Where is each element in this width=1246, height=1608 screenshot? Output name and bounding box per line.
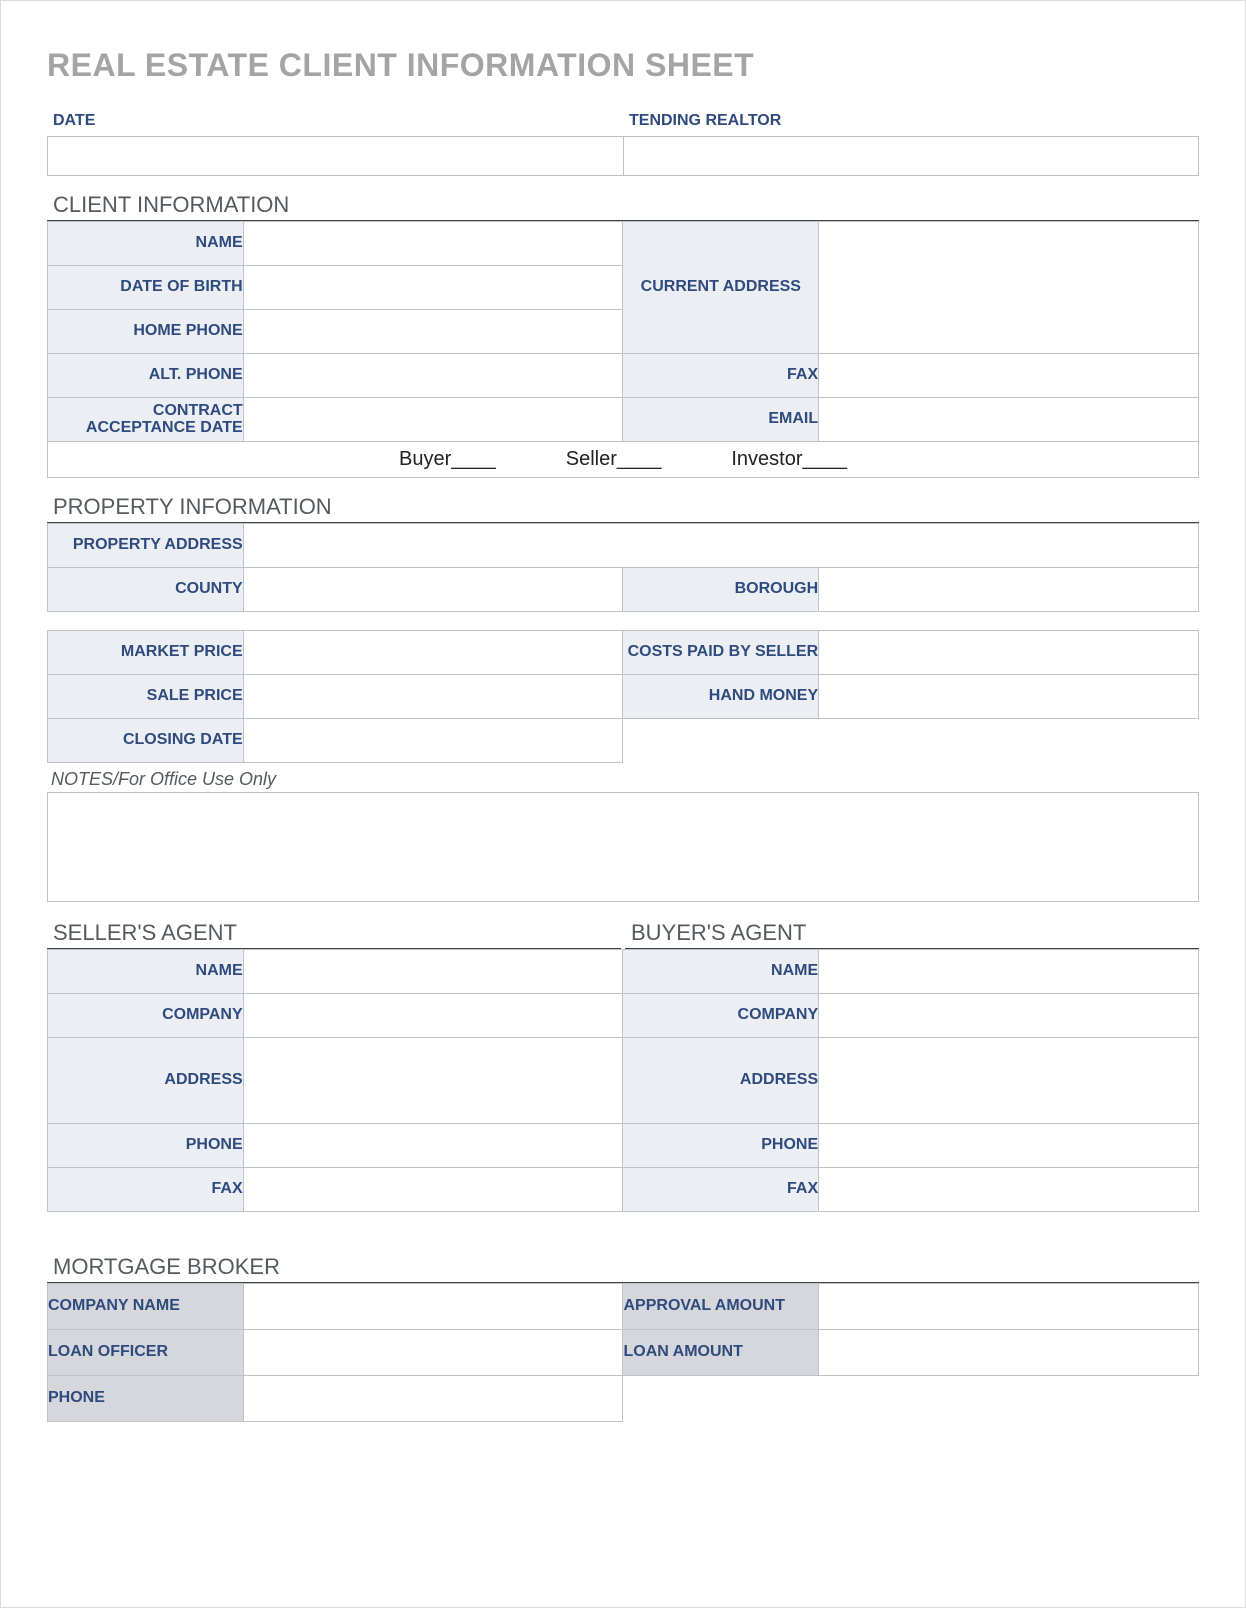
buyer-phone-label: PHONE	[623, 1124, 819, 1168]
buyer-name-input[interactable]	[819, 950, 1199, 994]
seller-address-label: ADDRESS	[48, 1038, 244, 1124]
contract-date-input[interactable]	[243, 398, 623, 442]
county-input[interactable]	[243, 568, 623, 612]
market-price-input[interactable]	[243, 631, 623, 675]
fax-input[interactable]	[819, 354, 1199, 398]
closing-date-input[interactable]	[243, 719, 623, 763]
dob-input[interactable]	[243, 266, 623, 310]
buyer-phone-input[interactable]	[819, 1124, 1199, 1168]
buyer-address-label: ADDRESS	[623, 1038, 819, 1124]
costs-paid-label: COSTS PAID BY SELLER	[623, 631, 819, 675]
alt-phone-label: ALT. PHONE	[48, 354, 244, 398]
closing-date-label: CLOSING DATE	[48, 719, 244, 763]
seller-address-input[interactable]	[243, 1038, 623, 1124]
client-roles-row: Buyer____ Seller____ Investor____	[48, 442, 1199, 478]
property-address-input[interactable]	[243, 524, 1198, 568]
broker-officer-input[interactable]	[243, 1330, 623, 1376]
buyer-company-input[interactable]	[819, 994, 1199, 1038]
email-label: EMAIL	[623, 398, 819, 442]
borough-label: BOROUGH	[623, 568, 819, 612]
top-value-row	[47, 136, 1199, 176]
hand-money-input[interactable]	[819, 675, 1199, 719]
property-info-header: PROPERTY INFORMATION	[47, 494, 1199, 523]
top-row: DATE TENDING REALTOR	[47, 112, 1199, 136]
agents-table: NAME NAME COMPANY COMPANY ADDRESS ADDRES…	[47, 949, 1199, 1212]
date-input[interactable]	[47, 136, 624, 176]
county-label: COUNTY	[48, 568, 244, 612]
alt-phone-input[interactable]	[243, 354, 623, 398]
client-info-table: NAME CURRENT ADDRESS DATE OF BIRTH HOME …	[47, 221, 1199, 478]
hand-money-label: HAND MONEY	[623, 675, 819, 719]
name-input[interactable]	[243, 222, 623, 266]
buyer-name-label: NAME	[623, 950, 819, 994]
seller-fax-label: FAX	[48, 1168, 244, 1212]
page: REAL ESTATE CLIENT INFORMATION SHEET DAT…	[0, 0, 1246, 1608]
email-input[interactable]	[819, 398, 1199, 442]
seller-company-label: COMPANY	[48, 994, 244, 1038]
notes-input[interactable]	[47, 792, 1199, 902]
tending-realtor-input[interactable]	[624, 136, 1200, 176]
home-phone-input[interactable]	[243, 310, 623, 354]
dob-label: DATE OF BIRTH	[48, 266, 244, 310]
buyer-agent-header: BUYER'S AGENT	[625, 920, 1199, 949]
buyer-fax-input[interactable]	[819, 1168, 1199, 1212]
broker-company-label: COMPANY NAME	[48, 1284, 244, 1330]
role-seller[interactable]: Seller____	[566, 448, 662, 471]
mortgage-broker-header: MORTGAGE BROKER	[47, 1254, 1199, 1283]
buyer-fax-label: FAX	[623, 1168, 819, 1212]
pricing-table: MARKET PRICE COSTS PAID BY SELLER SALE P…	[47, 630, 1199, 763]
seller-company-input[interactable]	[243, 994, 623, 1038]
buyer-company-label: COMPANY	[623, 994, 819, 1038]
seller-phone-label: PHONE	[48, 1124, 244, 1168]
broker-approval-input[interactable]	[819, 1284, 1199, 1330]
page-title: REAL ESTATE CLIENT INFORMATION SHEET	[47, 47, 1199, 84]
broker-approval-label: APPROVAL AMOUNT	[623, 1284, 819, 1330]
broker-phone-label: PHONE	[48, 1376, 244, 1422]
mortgage-broker-table: COMPANY NAME APPROVAL AMOUNT LOAN OFFICE…	[47, 1283, 1199, 1422]
client-info-header: CLIENT INFORMATION	[47, 192, 1199, 221]
broker-loan-label: LOAN AMOUNT	[623, 1330, 819, 1376]
sale-price-input[interactable]	[243, 675, 623, 719]
market-price-label: MARKET PRICE	[48, 631, 244, 675]
seller-phone-input[interactable]	[243, 1124, 623, 1168]
broker-company-input[interactable]	[243, 1284, 623, 1330]
home-phone-label: HOME PHONE	[48, 310, 244, 354]
date-label: DATE	[47, 112, 623, 136]
property-address-table: PROPERTY ADDRESS COUNTY BOROUGH	[47, 523, 1199, 612]
contract-date-label: CONTRACT ACCEPTANCE DATE	[48, 398, 244, 442]
name-label: NAME	[48, 222, 244, 266]
current-address-input[interactable]	[819, 222, 1199, 354]
tending-realtor-label: TENDING REALTOR	[623, 112, 1199, 136]
broker-officer-label: LOAN OFFICER	[48, 1330, 244, 1376]
borough-input[interactable]	[819, 568, 1199, 612]
notes-label: NOTES/For Office Use Only	[47, 763, 1199, 792]
seller-agent-header: SELLER'S AGENT	[47, 920, 621, 949]
current-address-label: CURRENT ADDRESS	[623, 222, 819, 354]
seller-name-input[interactable]	[243, 950, 623, 994]
fax-label: FAX	[623, 354, 819, 398]
seller-fax-input[interactable]	[243, 1168, 623, 1212]
costs-paid-input[interactable]	[819, 631, 1199, 675]
property-address-label: PROPERTY ADDRESS	[48, 524, 244, 568]
buyer-address-input[interactable]	[819, 1038, 1199, 1124]
sale-price-label: SALE PRICE	[48, 675, 244, 719]
seller-name-label: NAME	[48, 950, 244, 994]
broker-loan-input[interactable]	[819, 1330, 1199, 1376]
role-buyer[interactable]: Buyer____	[399, 448, 496, 471]
broker-phone-input[interactable]	[243, 1376, 623, 1422]
role-investor[interactable]: Investor____	[731, 448, 847, 471]
